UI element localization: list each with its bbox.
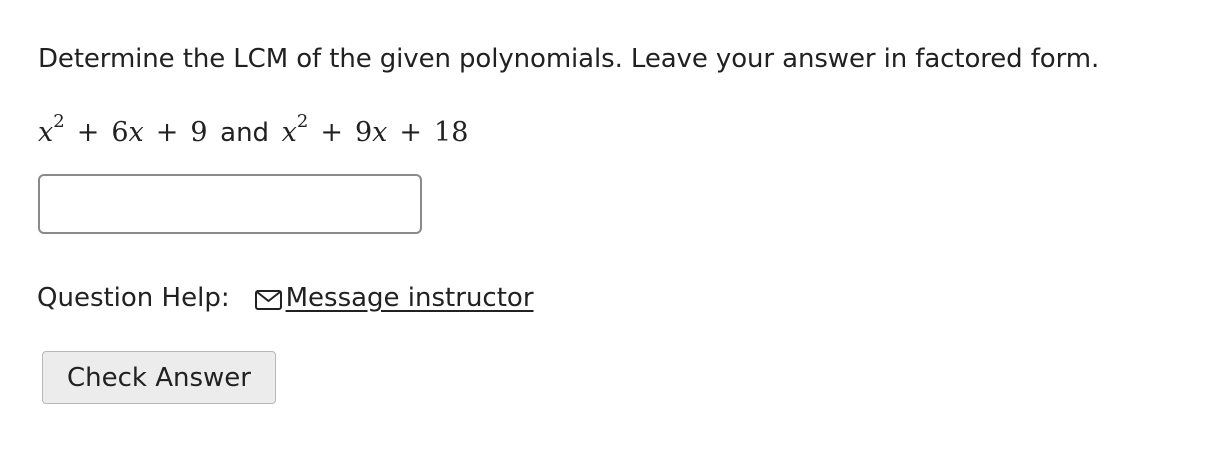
question-help-row: Question Help: Message instructor [37,280,534,316]
poly2-variable: x [281,117,297,148]
connector-word: and [220,118,270,148]
envelope-icon [254,286,284,310]
message-instructor-link[interactable]: Message instructor [254,280,534,316]
message-instructor-label: Message instructor [285,283,534,313]
poly1-plus-1: + [76,117,100,148]
polynomial-2: x2 +9x +18 [281,111,469,148]
poly1-exponent: 2 [53,111,65,132]
poly2-term2-variable: x [372,117,388,148]
poly1-plus-2: + [155,117,179,148]
poly2-plus-1: + [320,117,343,148]
poly2-coefficient: 9 [354,117,373,148]
poly1-term2-variable: x [128,117,144,148]
poly1-coefficient: 6 [111,117,129,148]
question-prompt: Determine the LCM of the given polynomia… [38,44,1100,74]
poly2-plus-2: + [399,117,423,148]
poly2-exponent: 2 [296,111,309,132]
question-help-label: Question Help: [37,283,230,313]
check-answer-button[interactable]: Check Answer [42,351,276,404]
polynomial-1: x2 +6x +9 [38,111,208,148]
poly1-variable: x [38,117,54,148]
poly1-constant: 9 [190,117,208,148]
polynomial-expression: x2 +6x +9 and x2 +9x +18 [38,106,468,153]
poly2-constant: 18 [434,117,469,148]
answer-input[interactable] [38,174,422,234]
